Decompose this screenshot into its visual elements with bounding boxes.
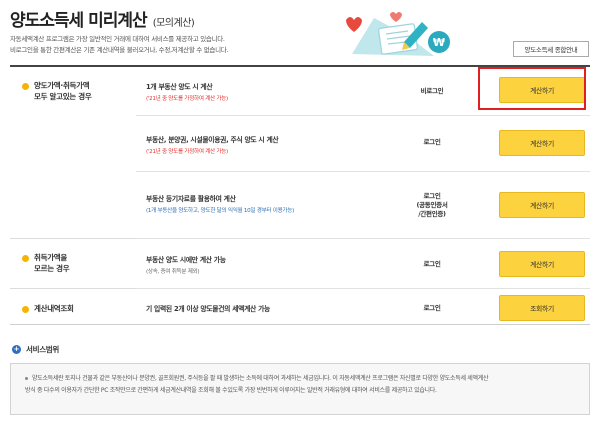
table-row: 기 입력된 2개 이상 양도물건의 세액계산 가능 로그인 조회하기 <box>136 289 590 327</box>
group-known-price: 양도가액·취득가액 모두 알고있는 경우 <box>10 67 136 239</box>
scope-description: 양도소득세란 토지나 건물과 같은 부동산이나 분양권, 골프회원권, 주식등을… <box>10 363 590 415</box>
intro-line-1: 자동세액계산 프로그램은 가장 일반적인 거래에 대하여 서비스를 제공하고 있… <box>10 35 225 43</box>
plus-circle-icon: + <box>12 345 21 354</box>
tax-overview-button[interactable]: 양도소득세 종합안내 <box>513 41 589 57</box>
row-description-main: 부동산 양도 시에만 계산 가능 <box>146 256 226 264</box>
table-row: 부동산, 분양권, 시설물이용권, 주식 양도 시 계산 ('21년 중 양도를… <box>136 116 590 172</box>
scope-text-1: 양도소득세란 토지나 건물과 같은 부동산이나 분양권, 골프회원권, 주식등을… <box>32 375 489 382</box>
login-requirement: 로그인 <box>423 138 441 146</box>
group-label: 계산내역조회 <box>34 304 74 313</box>
intro-text: 자동세액계산 프로그램은 가장 일반적인 거래에 대하여 서비스를 제공하고 있… <box>10 34 340 56</box>
row-description: 1개 부동산 양도 시 계산 ('21년 중 양도를 가정하여 계산 가능) <box>146 82 228 104</box>
row-description: 기 입력된 2개 이상 양도물건의 세액계산 가능 <box>146 304 270 314</box>
table-row: 부동산 등기자료를 활용하여 계산 (1개 부동산을 양도하고, 양도한 달의 … <box>136 172 590 239</box>
group-label: 취득가액을 모르는 경우 <box>34 253 70 273</box>
login-requirement: 로그인 <box>423 304 441 312</box>
group-bullet-icon <box>22 83 29 90</box>
intro-line-2: 비로그인을 통한 간편계산은 기존 계산내역을 불러오거나, 수정,저계산할 수… <box>10 46 229 54</box>
tax-illustration-icon: ₩ <box>346 12 450 56</box>
scope-line-2: 방식 중 다수의 이용자가 간단한 PC 조작만으로 간편하게 세금계산내역을 … <box>25 387 437 394</box>
group-history: 계산내역조회 <box>10 289 136 327</box>
row-description-note: ('21년 중 양도를 가정하여 계산 가능) <box>146 96 228 102</box>
highlight-box <box>478 67 586 110</box>
calculate-button[interactable]: 계산하기 <box>499 130 585 156</box>
scope-header: + 서비스범위 <box>12 344 59 355</box>
calculate-button[interactable]: 계산하기 <box>499 192 585 218</box>
row-description-note: (상속, 증여 취득분 제외) <box>146 269 200 275</box>
scope-line-1: 양도소득세란 토지나 건물과 같은 부동산이나 분양권, 골프회원권, 주식등을… <box>25 373 575 385</box>
page-title-area: 양도소득세 미리계산 (모의계산) <box>10 6 195 32</box>
bullet-icon <box>25 377 28 380</box>
row-description-main: 기 입력된 2개 이상 양도물건의 세액계산 가능 <box>146 305 270 313</box>
group-bullet-icon <box>22 255 29 262</box>
row-description-note: (1개 부동산을 양도하고, 양도한 달의 익익월 10일 경부터 이용가능) <box>146 208 295 214</box>
login-requirement: 로그인 <box>423 260 441 268</box>
page-subtitle: (모의계산) <box>152 18 195 29</box>
row-description: 부동산 양도 시에만 계산 가능 (상속, 증여 취득분 제외) <box>146 255 226 277</box>
inquiry-button[interactable]: 조회하기 <box>499 295 585 321</box>
row-description-main: 1개 부동산 양도 시 계산 <box>146 83 213 91</box>
login-requirement: 로그인 (공동인증서 /간편인증) <box>416 192 448 218</box>
page-title: 양도소득세 미리계산 <box>10 11 148 31</box>
scope-title: 서비스범위 <box>26 345 59 354</box>
row-description-main: 부동산, 분양권, 시설물이용권, 주식 양도 시 계산 <box>146 136 279 144</box>
group-bullet-icon <box>22 306 29 313</box>
svg-text:₩: ₩ <box>433 36 445 49</box>
table-row: 부동산 양도 시에만 계산 가능 (상속, 증여 취득분 제외) 로그인 계산하… <box>136 239 590 289</box>
login-requirement: 비로그인 <box>420 87 444 95</box>
row-description-note: ('21년 중 양도를 가정하여 계산 가능) <box>146 149 228 155</box>
group-unknown-price: 취득가액을 모르는 경우 <box>10 239 136 289</box>
row-description: 부동산 등기자료를 활용하여 계산 (1개 부동산을 양도하고, 양도한 달의 … <box>146 194 294 216</box>
row-description-main: 부동산 등기자료를 활용하여 계산 <box>146 195 236 203</box>
row-description: 부동산, 분양권, 시설물이용권, 주식 양도 시 계산 ('21년 중 양도를… <box>146 135 279 157</box>
calculate-button[interactable]: 계산하기 <box>499 251 585 277</box>
group-label: 양도가액·취득가액 모두 알고있는 경우 <box>34 81 92 101</box>
